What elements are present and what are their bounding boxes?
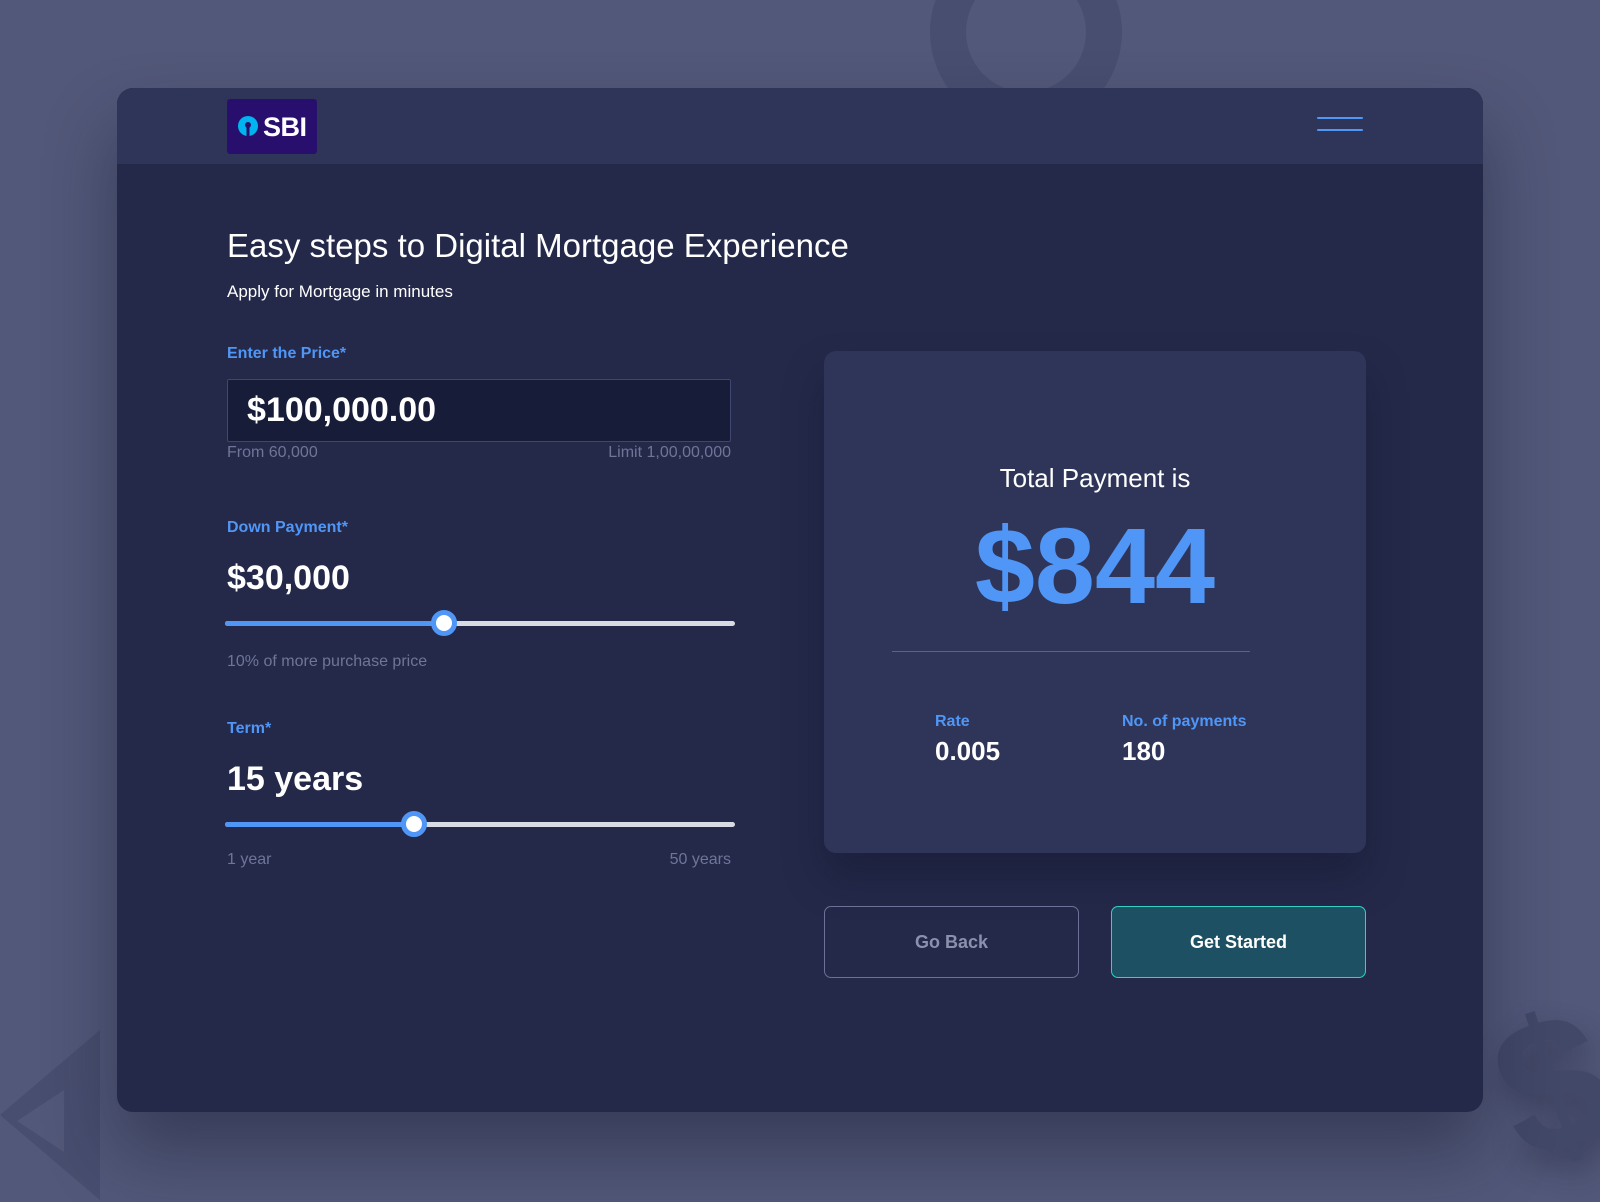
payments-count-value: 180 (1122, 736, 1166, 766)
rate-value: 0.005 (935, 736, 1001, 766)
slider-fill (225, 621, 444, 626)
get-started-button[interactable]: Get Started (1111, 906, 1366, 978)
payments-count-label: No. of payments (1122, 713, 1247, 730)
price-max-hint: Limit 1,00,00,000 (608, 444, 731, 461)
term-min-label: 1 year (227, 851, 272, 868)
down-payment-slider[interactable] (225, 610, 735, 636)
price-input[interactable] (227, 379, 731, 442)
page-title: Easy steps to Digital Mortgage Experienc… (227, 227, 849, 264)
rate-label: Rate (935, 713, 970, 730)
term-value: 15 years (227, 760, 364, 798)
total-payment-value: $844 (974, 505, 1216, 626)
background-triangle-decoration (0, 1030, 100, 1200)
sbi-logo[interactable]: SBI (227, 99, 317, 154)
card-divider (892, 651, 1250, 652)
top-navigation-bar: SBI (117, 88, 1483, 164)
total-payment-label: Total Payment is (999, 463, 1191, 493)
sbi-keyhole-icon (238, 116, 258, 137)
menu-line (1317, 129, 1363, 131)
menu-line (1317, 117, 1363, 119)
hamburger-menu-icon[interactable] (1317, 114, 1365, 138)
term-slider[interactable] (225, 811, 735, 837)
slider-fill (225, 822, 414, 827)
slider-thumb[interactable] (401, 811, 427, 837)
go-back-button[interactable]: Go Back (824, 906, 1079, 978)
total-payment-card: Total Payment is $844 Rate 0.005 No. of … (824, 351, 1366, 853)
logo-text: SBI (263, 112, 307, 142)
price-min-hint: From 60,000 (227, 444, 318, 461)
term-max-label: 50 years (669, 851, 731, 868)
down-payment-hint: 10% of more purchase price (227, 653, 428, 670)
price-label: Enter the Price* (227, 345, 347, 362)
background-dollar-icon: $ (1469, 967, 1600, 1202)
slider-thumb[interactable] (431, 610, 457, 636)
page-subtitle: Apply for Mortgage in minutes (227, 282, 453, 301)
term-label: Term* (227, 720, 272, 737)
down-payment-label: Down Payment* (227, 519, 348, 536)
mortgage-app-window: SBI Easy steps to Digital Mortgage Exper… (117, 88, 1483, 1112)
down-payment-value: $30,000 (227, 559, 350, 597)
